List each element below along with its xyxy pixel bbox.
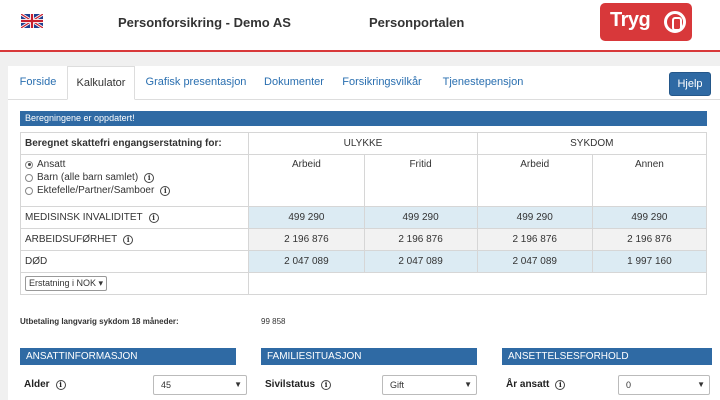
radio-label: Ektefelle/Partner/Samboer: [37, 185, 155, 196]
separator: [0, 54, 720, 64]
subhead-ulykke-fritid: Fritid: [363, 154, 478, 207]
company-name: Personforsikring - Demo AS: [118, 15, 291, 30]
tab-kalkulator[interactable]: Kalkulator: [67, 66, 135, 100]
currency-row: Erstatning i NOK ▾: [19, 272, 707, 295]
info-icon[interactable]: i: [160, 185, 171, 196]
select-value: 45: [161, 380, 172, 390]
row-label-cell: MEDISINSK INVALIDITET i: [19, 206, 250, 229]
value-cell: 499 290: [476, 206, 593, 229]
value-cell: 2 196 876: [363, 228, 478, 251]
info-icon[interactable]: i: [144, 172, 155, 183]
table-title-cell: Beregnet skattefri engangserstatning for…: [19, 132, 250, 155]
radio-button[interactable]: [25, 173, 33, 182]
value-cell: 499 290: [591, 206, 708, 229]
radio-barn[interactable]: Barn (alle barn samlet) i: [25, 171, 244, 184]
section-title: FAMILIESITUASJON: [261, 348, 477, 365]
chevron-down-icon: ▼: [697, 380, 705, 389]
section-row: År ansatt i 0 ▼: [502, 365, 712, 400]
chevron-down-icon: ▾: [98, 278, 104, 288]
tab-bar: Forside Kalkulator Grafisk presentasjon …: [8, 66, 720, 100]
subhead-ulykke-arbeid: Arbeid: [248, 154, 365, 207]
uk-flag-icon[interactable]: [21, 14, 43, 28]
select-value: 0: [626, 380, 632, 390]
ar-ansatt-select[interactable]: 0 ▼: [618, 375, 710, 395]
logo-symbol-icon: [664, 11, 686, 33]
row-label: DØD: [25, 256, 48, 267]
calculation-table: Beregnet skattefri engangserstatning for…: [19, 132, 708, 295]
tab-forside[interactable]: Forside: [14, 66, 62, 100]
value-cell: 499 290: [363, 206, 478, 229]
table-row: DØD 2 047 089 2 047 089 2 047 089 1 997 …: [19, 250, 708, 273]
info-icon[interactable]: i: [555, 380, 566, 390]
field-label-text: År ansatt: [506, 379, 550, 390]
field-label: År ansatt i: [506, 379, 566, 390]
tab-tjenestepensjon[interactable]: Tjenestepensjon: [436, 66, 530, 100]
info-icon[interactable]: i: [148, 213, 159, 223]
empty-cell: [248, 272, 707, 295]
info-icon[interactable]: i: [55, 380, 66, 390]
section-ansettelsesforhold: ANSETTELSESFORHOLD År ansatt i 0 ▼: [502, 348, 712, 400]
status-banner: Beregningene er oppdatert!: [20, 111, 707, 126]
chevron-down-icon: ▼: [234, 380, 242, 389]
subhead-sykdom-annen: Annen: [591, 154, 708, 207]
radio-ektefelle[interactable]: Ektefelle/Partner/Samboer i: [25, 184, 244, 197]
value-cell: 1 997 160: [591, 250, 708, 273]
radio-button[interactable]: [25, 186, 33, 195]
currency-cell: Erstatning i NOK ▾: [19, 272, 250, 295]
section-row: Alder i 45 ▼: [20, 365, 247, 400]
value-cell: 2 196 876: [591, 228, 708, 251]
field-label-text: Sivilstatus: [265, 379, 316, 390]
help-button[interactable]: Hjelp: [669, 72, 711, 96]
row-label: MEDISINSK INVALIDITET: [25, 212, 143, 223]
sivilstatus-select[interactable]: Gift ▼: [382, 375, 477, 395]
tab-grafisk-presentasjon[interactable]: Grafisk presentasjon: [140, 66, 252, 100]
select-value: Gift: [390, 380, 405, 390]
top-bar: Personforsikring - Demo AS Personportale…: [0, 0, 720, 52]
field-label: Alder i: [24, 379, 66, 390]
payout-label: Utbetaling langvarig sykdom 18 måneder:: [20, 317, 179, 326]
logo-text: Tryg: [610, 9, 651, 31]
info-icon[interactable]: i: [321, 380, 332, 390]
section-ansattinformasjon: ANSATTINFORMASJON Alder i 45 ▼: [20, 348, 247, 400]
portal-title: Personportalen: [369, 15, 465, 30]
currency-select[interactable]: Erstatning i NOK ▾: [25, 276, 108, 291]
main-content: Forside Kalkulator Grafisk presentasjon …: [8, 66, 720, 400]
value-cell: 2 047 089: [363, 250, 478, 273]
group-sykdom: SYKDOM: [476, 132, 708, 155]
tab-forsikringsvilkar[interactable]: Forsikringsvilkår: [336, 66, 428, 100]
alder-select[interactable]: 45 ▼: [153, 375, 247, 395]
row-label-cell: ARBEIDSUFØRHET i: [19, 228, 250, 251]
table-row: ARBEIDSUFØRHET i 2 196 876 2 196 876 2 19…: [19, 228, 708, 251]
payout-value: 99 858: [261, 317, 286, 326]
row-label-cell: DØD: [19, 250, 250, 273]
radio-label: Ansatt: [37, 159, 66, 170]
chevron-down-icon: ▼: [464, 380, 472, 389]
info-icon[interactable]: i: [123, 235, 134, 245]
field-label-text: Alder: [24, 379, 50, 390]
tryg-logo[interactable]: Tryg: [600, 3, 692, 41]
radio-label: Barn (alle barn samlet): [37, 172, 139, 183]
group-ulykke: ULYKKE: [248, 132, 478, 155]
value-cell: 499 290: [248, 206, 365, 229]
section-familiesituasjon: FAMILIESITUASJON Sivilstatus i Gift ▼: [261, 348, 477, 400]
radio-ansatt[interactable]: Ansatt: [25, 158, 244, 171]
section-row: Sivilstatus i Gift ▼: [261, 365, 477, 400]
currency-select-value: Erstatning i NOK: [29, 278, 97, 288]
value-cell: 2 196 876: [476, 228, 593, 251]
section-title: ANSETTELSESFORHOLD: [502, 348, 712, 365]
value-cell: 2 047 089: [476, 250, 593, 273]
tab-dokumenter[interactable]: Dokumenter: [258, 66, 330, 100]
table-title: Beregnet skattefri engangserstatning for…: [25, 138, 222, 149]
field-label: Sivilstatus i: [265, 379, 332, 390]
radio-button-checked[interactable]: [25, 160, 33, 169]
person-radio-group: Ansatt Barn (alle barn samlet) i Ektefel…: [19, 154, 250, 207]
row-label: ARBEIDSUFØRHET: [25, 234, 118, 245]
value-cell: 2 047 089: [248, 250, 365, 273]
section-title: ANSATTINFORMASJON: [20, 348, 236, 365]
value-cell: 2 196 876: [248, 228, 365, 251]
subhead-sykdom-arbeid: Arbeid: [476, 154, 593, 207]
table-row: MEDISINSK INVALIDITET i 499 290 499 290 4…: [19, 206, 708, 229]
